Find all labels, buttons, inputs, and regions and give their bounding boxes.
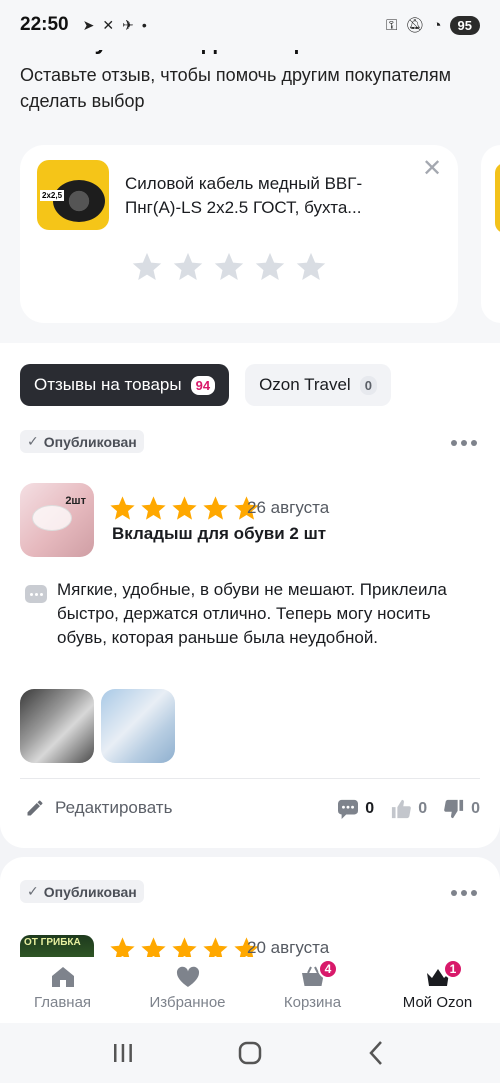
- battery-badge: 95: [449, 15, 480, 35]
- nav-item-cart[interactable]: 4 Корзина: [250, 957, 375, 1023]
- page-subtitle: Оставьте отзыв, чтобы помочь другим поку…: [20, 65, 452, 111]
- star-icon: [110, 496, 135, 520]
- nav-item-home[interactable]: Главная: [0, 957, 125, 1023]
- dot: [471, 440, 477, 446]
- thumb-label: ОТ ГРИБКА: [24, 937, 81, 948]
- star-icon: [203, 496, 228, 520]
- dislikes-counter[interactable]: 0: [443, 799, 480, 819]
- likes-count: 0: [418, 800, 428, 817]
- dot: [461, 890, 467, 896]
- nav-item-my-ozon[interactable]: 1 Мой Ozon: [375, 957, 500, 1023]
- pencil-icon: [27, 800, 43, 816]
- nav-label: Корзина: [283, 994, 342, 1011]
- heart-icon: [176, 966, 199, 987]
- status-label: Опубликован: [43, 433, 137, 450]
- status-badge: ✓ Опубликован: [20, 430, 144, 453]
- reviews-sheet: Отзывы на товары 94 Ozon Travel 0 ✓ Опуб…: [0, 343, 500, 848]
- star-icon[interactable]: [294, 250, 328, 284]
- review-counters: 0 0 0: [337, 799, 480, 819]
- tab-product-reviews[interactable]: Отзывы на товары 94: [20, 364, 230, 406]
- pending-review-card[interactable]: 2х2,5 Силовой кабель медный ВВГ-Пнг(А)-L…: [20, 145, 458, 323]
- status-left-icons: ➤ ✕ ✈ •: [83, 17, 147, 34]
- tab-ozon-travel[interactable]: Ozon Travel 0: [245, 364, 391, 406]
- review-rating: [108, 494, 261, 523]
- more-options-button[interactable]: [451, 890, 477, 896]
- status-time: 22:50: [20, 14, 69, 35]
- check-icon: ✓: [27, 433, 39, 449]
- thumb-label: 2шт: [65, 495, 86, 507]
- wifi-icon: ◔: [432, 16, 442, 34]
- status-bar: 22:50 ➤ ✕ ✈ • ⚿ 🔕︎ ◔ 95: [0, 0, 500, 50]
- thumbs-down-icon: [444, 799, 464, 819]
- next-pending-card-peek[interactable]: [481, 145, 500, 323]
- dot-icon: •: [141, 17, 147, 33]
- star-icon[interactable]: [212, 250, 246, 284]
- back-button[interactable]: [362, 1038, 392, 1068]
- pending-product-image[interactable]: 2х2,5: [37, 160, 109, 230]
- thumbs-up-icon: [392, 799, 412, 819]
- tab-count-badge: 94: [190, 375, 216, 395]
- dislikes-count: 0: [471, 800, 480, 817]
- nav-item-favorites[interactable]: Избранное: [125, 957, 250, 1023]
- pending-product-title[interactable]: Силовой кабель медный ВВГ-Пнг(А)-LS 2х2.…: [125, 172, 415, 220]
- star-icon: [172, 496, 197, 520]
- review-text: Мягкие, удобные, в обуви не мешают. Прик…: [57, 580, 447, 647]
- more-options-button[interactable]: [451, 440, 477, 446]
- status-right: ⚿ 🔕︎ ◔ 95: [386, 15, 480, 35]
- comments-count: 0: [365, 800, 375, 817]
- recent-apps-button[interactable]: [108, 1038, 138, 1068]
- next-product-image: [495, 163, 500, 233]
- check-icon: ✓: [27, 883, 39, 899]
- review-photo[interactable]: [20, 689, 94, 763]
- insole-pad-image: [32, 505, 72, 531]
- nav-label: Мой Ozon: [402, 994, 473, 1011]
- status-label: Опубликован: [43, 883, 137, 900]
- edit-label: Редактировать: [55, 798, 173, 817]
- star-icon[interactable]: [130, 250, 164, 284]
- rating-stars-input[interactable]: [130, 250, 328, 284]
- cart-count-badge: 4: [318, 959, 338, 979]
- likes-counter[interactable]: 0: [390, 799, 427, 819]
- review-photo[interactable]: [101, 689, 175, 763]
- review-date: 20 августа: [247, 938, 330, 957]
- nav-label: Главная: [33, 994, 92, 1011]
- close-icon[interactable]: ✕: [420, 157, 444, 181]
- tab-count-badge: 0: [359, 375, 377, 395]
- thumb-tag: 2х2,5: [40, 190, 65, 201]
- dot: [471, 890, 477, 896]
- star-icon: [141, 496, 166, 520]
- tab-label: Отзывы на товары: [34, 375, 182, 394]
- divider: [20, 778, 480, 779]
- dot: [461, 440, 467, 446]
- dot: [451, 890, 457, 896]
- mute-icon: ✕: [102, 16, 115, 33]
- star-icon[interactable]: [253, 250, 287, 284]
- status-badge: ✓ Опубликован: [20, 880, 144, 903]
- dot: [451, 440, 457, 446]
- review-card: ✓ Опубликован ОТ ГРИБКА 20 августа: [0, 857, 500, 967]
- star-icon[interactable]: [171, 250, 205, 284]
- review-product-image[interactable]: 2шт: [20, 483, 94, 557]
- mute-bell-icon: 🔕︎: [405, 17, 425, 34]
- gps-icon: ➤: [82, 16, 95, 33]
- home-icon: [51, 967, 74, 987]
- system-nav-bar: [0, 1023, 500, 1083]
- edit-review-button[interactable]: Редактировать: [25, 798, 172, 818]
- comments-counter[interactable]: 0: [337, 799, 374, 819]
- cable-coil-image: [53, 180, 105, 222]
- review-date: 26 августа: [247, 498, 330, 517]
- nav-label: Избранное: [149, 994, 226, 1011]
- tab-label: Ozon Travel: [259, 375, 351, 394]
- comment-icon: [25, 585, 47, 603]
- comment-bubble-icon: [338, 799, 359, 819]
- profile-notification-badge: 1: [443, 959, 463, 979]
- key-icon: ⚿: [386, 16, 398, 34]
- telegram-icon: ✈: [122, 16, 134, 33]
- review-product-title[interactable]: Вкладыш для обуви 2 шт: [112, 524, 326, 544]
- review-tabs: Отзывы на товары 94 Ozon Travel 0: [20, 364, 391, 406]
- bottom-nav: Главная Избранное 4 Корзина 1 Мой Ozon: [0, 957, 500, 1023]
- home-button[interactable]: [235, 1038, 265, 1068]
